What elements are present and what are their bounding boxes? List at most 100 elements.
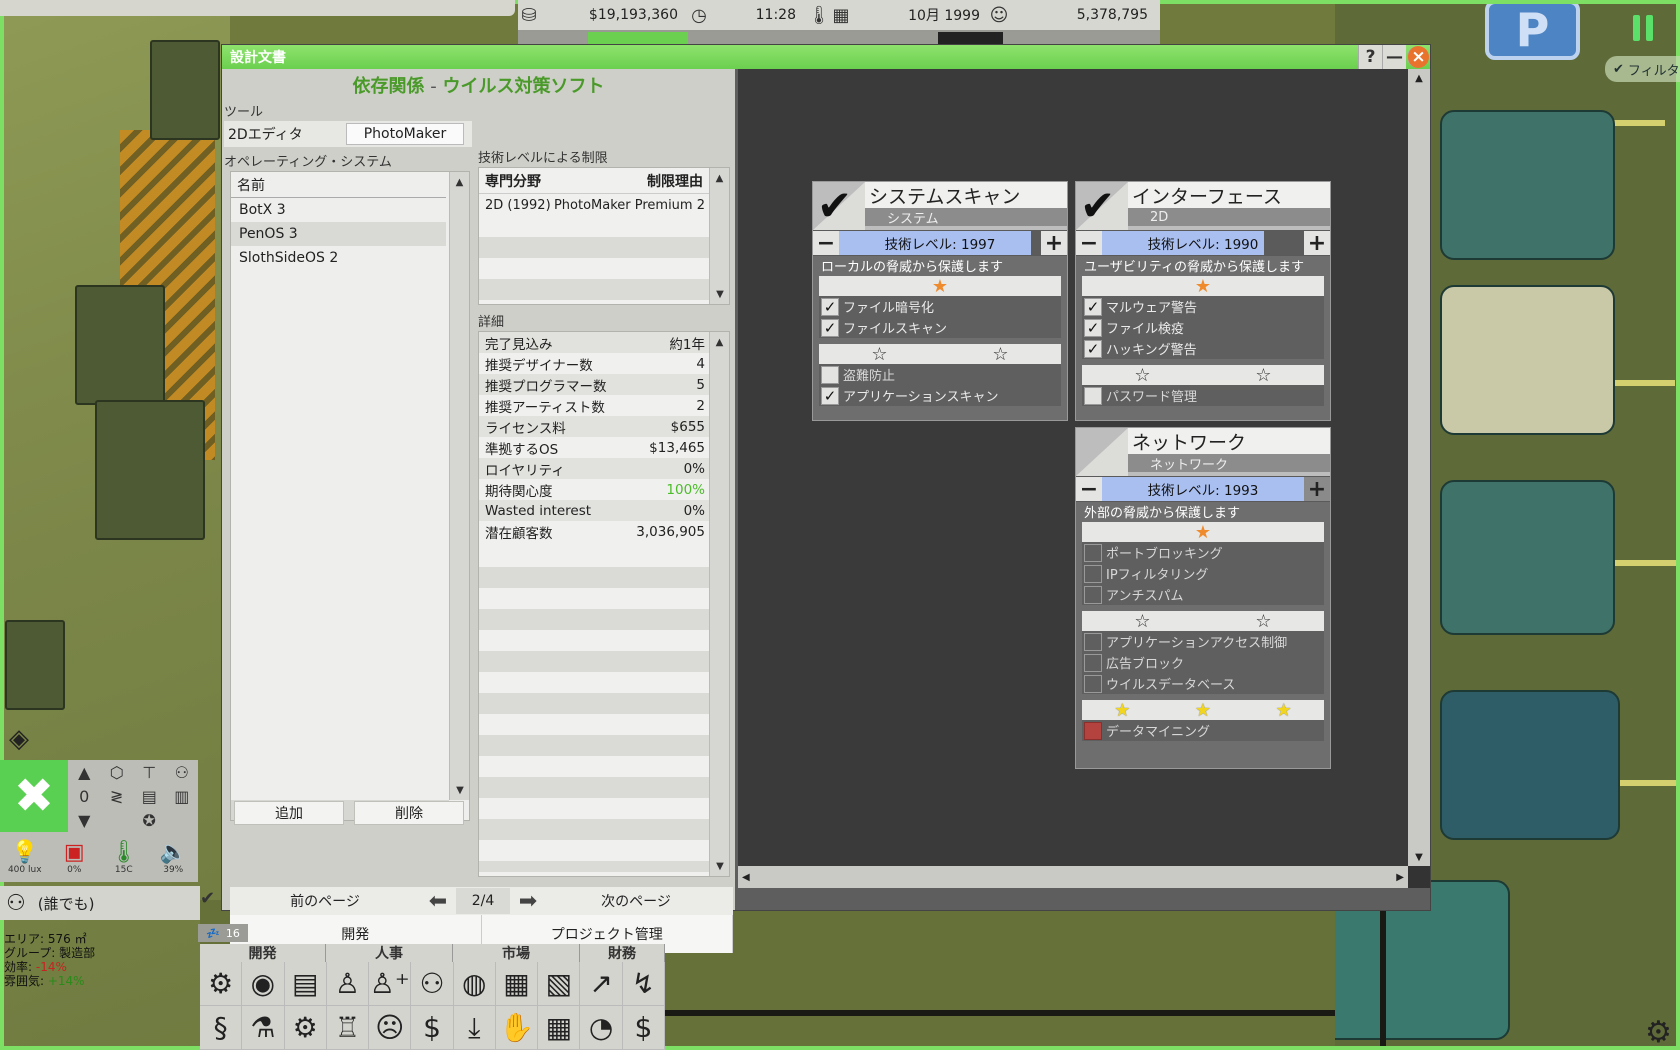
distribution-icon[interactable]: ⤓ (453, 1006, 496, 1050)
filter-button[interactable]: ✔ フィルタ (1605, 56, 1680, 82)
checkbox[interactable] (1084, 386, 1102, 405)
subfeature-item[interactable]: パスワード管理 (1082, 385, 1324, 406)
checkbox[interactable] (821, 365, 839, 384)
arrow-down-icon[interactable]: ▼ (68, 808, 101, 832)
close-button[interactable]: × (1407, 46, 1429, 68)
plus-button[interactable]: + (1304, 231, 1330, 256)
scroll-down-icon[interactable]: ▼ (710, 856, 730, 876)
bulb-icon[interactable]: 💡 (11, 840, 38, 865)
pie-chart-icon[interactable]: ◔ (580, 1006, 623, 1050)
arrow-left-icon[interactable]: ⬅ (420, 887, 456, 915)
tech-limits-scrollbar[interactable]: ▲ ▼ (709, 168, 729, 304)
checkbox[interactable]: ✓ (821, 297, 839, 316)
subfeature-item[interactable]: ✓ マルウェア警告 (1082, 296, 1324, 317)
scroll-down-icon[interactable]: ▼ (450, 780, 470, 800)
building-icon[interactable]: ▦ (495, 962, 539, 1006)
cube-icon[interactable]: ⬡ (101, 760, 134, 784)
subfeature-item[interactable]: アプリケーションアクセス制御 (1082, 631, 1324, 652)
checkbox[interactable] (1084, 585, 1102, 604)
details-scrollbar[interactable]: ▲ ▼ (709, 332, 729, 876)
os-list-item[interactable]: SlothSideOS 2 (231, 246, 446, 270)
plus-button[interactable]: + (1041, 231, 1067, 256)
picture-icon[interactable]: ▣ (64, 840, 85, 865)
tech-level-bar[interactable]: 技術レベル: 1997 (839, 231, 1041, 255)
path-icon[interactable]: ≷ (101, 784, 134, 808)
prev-page-button[interactable]: 前のページ (230, 891, 420, 911)
marketing-icon[interactable]: ◍ (453, 962, 496, 1006)
salary-icon[interactable]: $ (411, 1006, 454, 1050)
scroll-up-icon[interactable]: ▲ (1408, 69, 1430, 87)
checkbox[interactable] (1084, 632, 1102, 651)
server-icon[interactable]: ▤ (284, 962, 327, 1006)
news-icon[interactable]: ▧ (538, 962, 581, 1006)
room-access[interactable]: ⚇ (誰でも) (0, 886, 200, 920)
os-list-item[interactable]: BotX 3 (231, 198, 446, 222)
subfeature-item[interactable]: ✓ ファイルスキャン (819, 317, 1061, 338)
delete-button[interactable]: 削除 (354, 801, 464, 825)
checkbox[interactable]: ✓ (821, 318, 839, 337)
deal-icon[interactable]: ✋ (495, 1006, 539, 1050)
add-button[interactable]: 追加 (234, 801, 344, 825)
research-icon[interactable]: ⚗ (242, 1006, 285, 1050)
clock-icon[interactable]: ◷ (688, 4, 710, 26)
check-icon[interactable]: ✔ (200, 888, 222, 910)
subfeature-item[interactable]: ✓ ハッキング警告 (1082, 338, 1324, 359)
tech-level-bar[interactable]: 技術レベル: 1990 (1102, 231, 1304, 255)
checkbox[interactable] (1084, 653, 1102, 672)
award-icon[interactable]: ✪ (133, 808, 166, 832)
scroll-left-icon[interactable]: ◀ (742, 872, 750, 883)
checkmark-icon[interactable]: ✔ (817, 185, 861, 227)
subfeature-item[interactable]: ✓ ファイル検疫 (1082, 317, 1324, 338)
checkmark-icon[interactable]: ✔ (1080, 185, 1124, 227)
arrow-up-icon[interactable]: ▲ (68, 760, 101, 784)
arrow-right-icon[interactable]: ➡ (510, 887, 546, 915)
dollar-icon[interactable]: $ (622, 1006, 665, 1050)
plus-button[interactable]: + (1304, 477, 1330, 502)
tech-level-bar[interactable]: 技術レベル: 1993 (1102, 477, 1304, 501)
layers-icon[interactable]: ◈ (2, 722, 36, 756)
scroll-right-icon[interactable]: ▶ (1396, 872, 1404, 883)
trend-icon[interactable]: ↗ (580, 962, 623, 1006)
minimize-button[interactable]: — (1382, 45, 1406, 69)
table-icon[interactable]: ⊤ (133, 760, 166, 784)
scroll-up-icon[interactable]: ▲ (710, 332, 729, 352)
chart-icon[interactable]: ↯ (622, 962, 665, 1006)
canvas-hscrollbar[interactable]: ◀ ▶ (738, 866, 1408, 888)
tool-select[interactable]: PhotoMaker (346, 123, 464, 145)
pause-button[interactable] (1633, 15, 1663, 45)
settings-icon[interactable]: ⚙ (1645, 1015, 1672, 1050)
calendar-icon[interactable]: ▦ (830, 4, 852, 26)
os-column-header[interactable]: 名前 (231, 172, 446, 198)
canvas-vscrollbar[interactable]: ▲ ▼ (1408, 69, 1430, 866)
resize-handle[interactable] (1408, 866, 1430, 888)
checkbox[interactable]: ✓ (1084, 318, 1102, 337)
thermometer-icon[interactable]: 🌡 (110, 840, 138, 865)
scroll-down-icon[interactable]: ▼ (1408, 848, 1430, 866)
minus-button[interactable]: − (813, 231, 839, 256)
calendar-icon[interactable]: ▦ (538, 1006, 581, 1050)
os-list-scrollbar[interactable]: ▲ ▼ (449, 172, 469, 800)
help-button[interactable]: ? (1358, 45, 1382, 69)
next-page-button[interactable]: 次のページ (546, 891, 726, 911)
subfeature-item[interactable]: ✓ ファイル暗号化 (819, 296, 1061, 317)
subfeature-item[interactable]: データマイニング (1082, 720, 1324, 741)
checkbox[interactable] (1084, 543, 1102, 562)
subfeature-item[interactable]: 広告ブロック (1082, 652, 1324, 673)
os-list-item[interactable]: PenOS 3 (231, 222, 446, 246)
tools-icon[interactable]: ✖ (0, 760, 68, 832)
checkbox[interactable] (1084, 674, 1102, 693)
hire-icon[interactable]: ♙⁺ (369, 962, 412, 1006)
checkbox[interactable]: ✓ (821, 386, 839, 405)
subfeature-item[interactable]: ✓ アプリケーションスキャン (819, 385, 1061, 406)
minus-button[interactable]: − (1076, 231, 1102, 256)
scroll-up-icon[interactable]: ▲ (450, 172, 469, 192)
feature-canvas[interactable]: ✔ システムスキャン システム − 技術レベル: 1997 + ローカルの脅威か… (738, 69, 1408, 866)
team-icon[interactable]: ⚇ (411, 962, 454, 1006)
subfeature-item[interactable]: ウイルスデータベース (1082, 673, 1324, 694)
scroll-up-icon[interactable]: ▲ (710, 168, 729, 188)
speed-bar[interactable] (518, 32, 1160, 44)
subfeature-item[interactable]: アンチスパム (1082, 584, 1324, 605)
checkbox[interactable]: ✓ (1084, 339, 1102, 358)
checkbox[interactable] (1084, 564, 1102, 583)
settings-icon[interactable]: ⚙ (284, 1006, 327, 1050)
